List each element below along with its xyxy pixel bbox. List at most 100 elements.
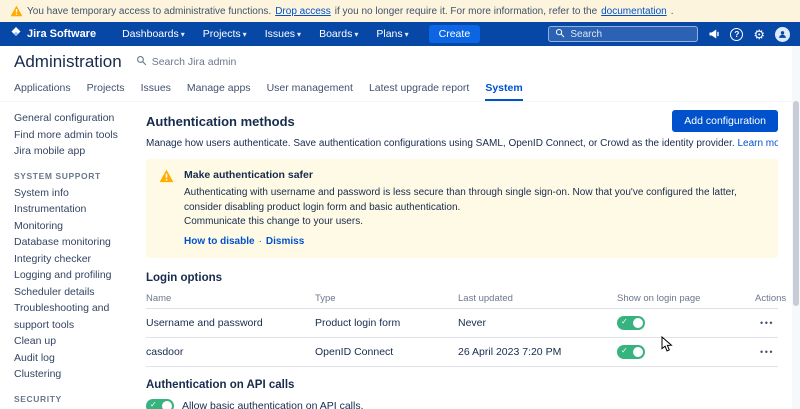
learn-more-link[interactable]: Learn more about using multiple identity… — [737, 138, 778, 149]
basic-auth-api-toggle[interactable] — [146, 399, 174, 409]
chevron-down-icon: ▾ — [405, 30, 409, 39]
how-to-disable-link[interactable]: How to disable — [184, 236, 255, 247]
documentation-link[interactable]: documentation — [601, 6, 667, 17]
sidebar-section-security: SECURITY — [14, 394, 124, 404]
warning-title: Make authentication safer — [184, 168, 766, 183]
col-type: Type — [315, 293, 458, 304]
nav-item-label: Issues — [265, 28, 295, 40]
banner-text: You have temporary access to administrat… — [27, 6, 271, 17]
row-type: OpenID Connect — [315, 346, 458, 358]
nav-item-label: Boards — [319, 28, 352, 40]
description-text: Manage how users authenticate. Save auth… — [146, 138, 735, 149]
sidebar-item-integrity-checker[interactable]: Integrity checker — [14, 251, 124, 268]
col-show-on-login-page: Show on login page — [617, 293, 755, 304]
row-actions-menu-icon[interactable]: ••• — [756, 316, 778, 330]
row-last-updated: 26 April 2023 7:20 PM — [458, 346, 617, 358]
warning-icon — [10, 5, 23, 17]
banner-text-2: if you no longer require it. For more in… — [335, 6, 597, 17]
sidebar-section-system-support: SYSTEM SUPPORT — [14, 171, 124, 181]
col-last-updated: Last updated — [458, 293, 617, 304]
sidebar-item-jira-mobile-app[interactable]: Jira mobile app — [14, 143, 124, 160]
sidebar-item-general-configuration[interactable]: General configuration — [14, 110, 124, 127]
sidebar-item-instrumentation[interactable]: Instrumentation — [14, 201, 124, 218]
create-button[interactable]: Create — [429, 25, 481, 43]
user-avatar[interactable] — [775, 27, 790, 42]
sidebar-item-system-info[interactable]: System info — [14, 185, 124, 202]
top-navbar: Jira Software Dashboards▾ Projects▾ Issu… — [0, 22, 800, 46]
col-actions: Actions — [755, 293, 790, 304]
nav-item-boards[interactable]: Boards▾ — [313, 28, 364, 40]
chevron-down-icon: ▾ — [354, 30, 358, 39]
scrollbar-thumb[interactable] — [793, 101, 799, 306]
api-toggle-label: Allow basic authentication on API calls. — [182, 400, 364, 409]
gear-icon[interactable]: ⚙ — [753, 28, 765, 41]
jira-brand-label: Jira Software — [27, 28, 96, 40]
admin-tabs: Applications Projects Issues Manage apps… — [0, 78, 800, 102]
tab-latest-upgrade-report[interactable]: Latest upgrade report — [369, 78, 469, 101]
nav-item-issues[interactable]: Issues▾ — [259, 28, 307, 40]
table-row: Username and password Product login form… — [146, 309, 778, 338]
row-name: casdoor — [146, 346, 315, 358]
admin-sidebar: General configuration Find more admin to… — [0, 102, 132, 409]
login-options-title: Login options — [146, 272, 778, 284]
col-name: Name — [146, 293, 315, 304]
sidebar-item-scheduler-details[interactable]: Scheduler details — [14, 284, 124, 301]
chevron-down-icon: ▾ — [297, 30, 301, 39]
nav-item-label: Dashboards — [122, 28, 179, 40]
description: Manage how users authenticate. Save auth… — [146, 138, 778, 149]
row-type: Product login form — [315, 317, 458, 329]
warning-body-2: Communicate this change to your users. — [184, 215, 766, 230]
sidebar-item-troubleshooting[interactable]: Troubleshooting and support tools — [14, 300, 124, 333]
show-on-login-toggle[interactable] — [617, 345, 645, 359]
nav-item-label: Plans — [376, 28, 402, 40]
nav-item-plans[interactable]: Plans▾ — [370, 28, 414, 40]
nav-search-box[interactable] — [548, 26, 698, 42]
add-configuration-button[interactable]: Add configuration — [672, 110, 778, 132]
tab-system[interactable]: System — [485, 78, 522, 101]
row-last-updated: Never — [458, 317, 617, 329]
announcements-icon[interactable] — [708, 28, 720, 40]
sidebar-item-clustering[interactable]: Clustering — [14, 366, 124, 383]
row-name: Username and password — [146, 317, 315, 329]
login-options-table: Name Type Last updated Show on login pag… — [146, 290, 778, 367]
section-title-authentication-methods: Authentication methods — [146, 114, 295, 129]
nav-item-projects[interactable]: Projects▾ — [197, 28, 253, 40]
sidebar-item-database-monitoring[interactable]: Database monitoring — [14, 234, 124, 251]
nav-item-dashboards[interactable]: Dashboards▾ — [116, 28, 191, 40]
sidebar-item-monitoring[interactable]: Monitoring — [14, 218, 124, 235]
tab-user-management[interactable]: User management — [267, 78, 353, 101]
make-auth-safer-warning: Make authentication safer Authenticating… — [146, 159, 778, 258]
nav-search-input[interactable] — [570, 29, 680, 40]
temporary-access-banner: You have temporary access to administrat… — [0, 0, 800, 22]
jira-logo-icon — [10, 27, 22, 42]
sidebar-item-find-more-admin-tools[interactable]: Find more admin tools — [14, 127, 124, 144]
admin-search-input[interactable] — [152, 56, 262, 68]
main-content: Authentication methods Add configuration… — [132, 102, 800, 409]
sidebar-item-clean-up[interactable]: Clean up — [14, 333, 124, 350]
tab-projects[interactable]: Projects — [87, 78, 125, 101]
drop-access-link[interactable]: Drop access — [275, 6, 331, 17]
warning-icon — [159, 169, 174, 183]
table-row: casdoor OpenID Connect 26 April 2023 7:2… — [146, 338, 778, 367]
tab-applications[interactable]: Applications — [14, 78, 71, 101]
search-icon — [555, 28, 565, 41]
tab-manage-apps[interactable]: Manage apps — [187, 78, 251, 101]
page-title: Administration — [14, 52, 122, 72]
banner-text-3: . — [671, 6, 674, 17]
jira-brand[interactable]: Jira Software — [10, 27, 96, 42]
show-on-login-toggle[interactable] — [617, 316, 645, 330]
chevron-down-icon: ▾ — [181, 30, 185, 39]
sidebar-item-logging-and-profiling[interactable]: Logging and profiling — [14, 267, 124, 284]
admin-search-box[interactable] — [136, 53, 262, 71]
admin-header: Administration — [0, 46, 800, 78]
table-header-row: Name Type Last updated Show on login pag… — [146, 290, 778, 309]
row-actions-menu-icon[interactable]: ••• — [756, 345, 778, 359]
nav-item-label: Projects — [203, 28, 241, 40]
help-icon[interactable]: ? — [730, 28, 743, 41]
dismiss-link[interactable]: Dismiss — [266, 236, 304, 247]
page-scrollbar — [792, 46, 800, 409]
tab-issues[interactable]: Issues — [141, 78, 171, 101]
separator: · — [259, 236, 262, 247]
sidebar-item-audit-log[interactable]: Audit log — [14, 350, 124, 367]
api-section-title: Authentication on API calls — [146, 379, 778, 391]
